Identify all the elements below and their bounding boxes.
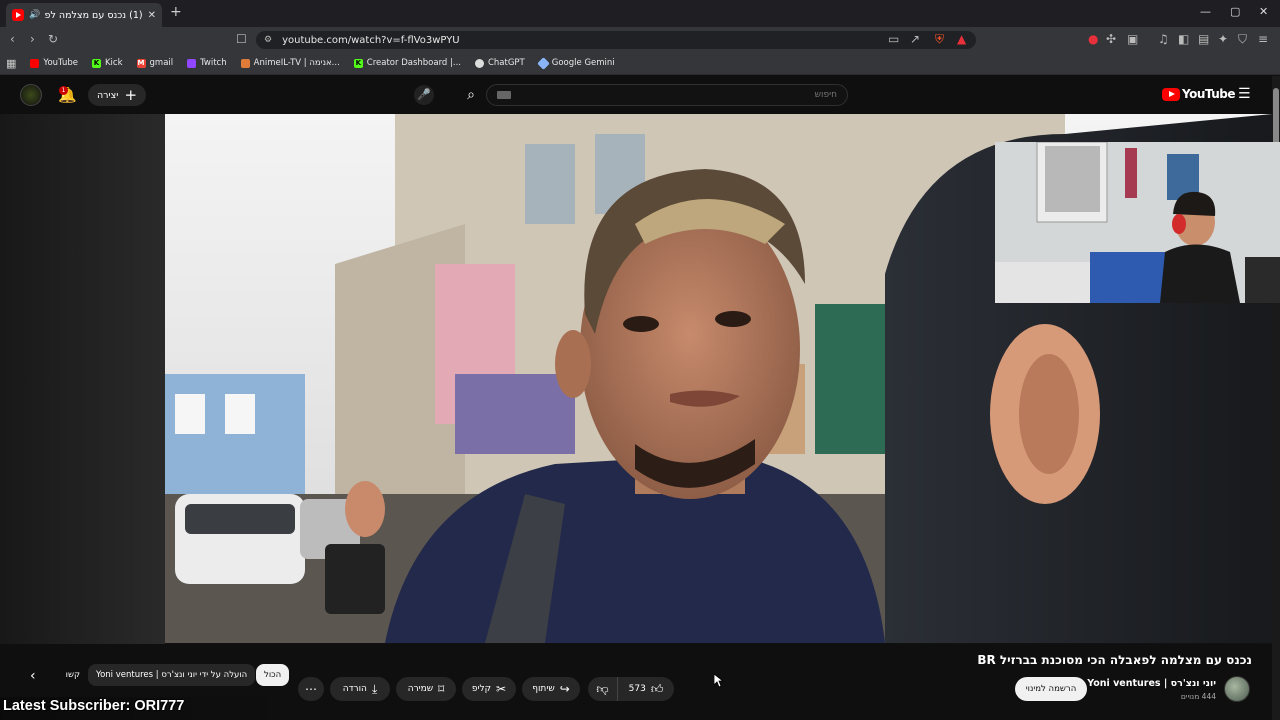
share-page-icon[interactable]: ↗ (910, 31, 920, 47)
bookmarks-bar: ▦ YouTube K Kick Mgmail Twitch AnimeIL-TV… (0, 52, 1280, 75)
dislike-button[interactable]: 👎︎ (588, 677, 618, 701)
extensions-icon[interactable]: ✣ (1106, 31, 1116, 47)
share-button[interactable]: ↪ שיתוף (522, 677, 580, 701)
thumbs-up-icon: 👍︎ (650, 682, 664, 696)
chip-all[interactable]: הכול (256, 664, 290, 686)
guide-menu-icon[interactable]: ☰ (1238, 86, 1251, 102)
bookmark-animeil[interactable]: AnimeIL-TV | אנימה... (240, 58, 340, 68)
media-icon[interactable]: ♫ (1158, 31, 1169, 47)
extension-record-icon[interactable]: ● (1088, 31, 1098, 47)
browser-tab-bar (0, 0, 1280, 27)
channel-avatar[interactable] (1224, 676, 1250, 702)
new-tab-icon[interactable]: + (170, 4, 182, 20)
leo-ai-icon[interactable]: ✦ (1218, 31, 1228, 47)
close-window-icon[interactable]: ✕ (1259, 5, 1268, 18)
anime-icon (240, 58, 250, 68)
scissors-icon: ✂ (496, 682, 507, 696)
share-icon: ↪ (559, 682, 570, 696)
bookmark-save-icon: ⌑ (438, 682, 445, 696)
wallet-icon[interactable]: ▤ (1198, 31, 1209, 47)
like-button[interactable]: 👍︎ 573 (618, 677, 674, 701)
scrollbar-thumb[interactable] (1273, 88, 1279, 148)
search-box[interactable] (486, 84, 848, 106)
chatgpt-icon (474, 58, 484, 68)
download-button[interactable]: ⤓ הורדה (330, 677, 390, 701)
back-icon[interactable]: ‹ (10, 31, 15, 47)
chips-prev-icon[interactable]: ‹ (30, 668, 36, 684)
search-input[interactable] (519, 90, 837, 100)
kick-icon: K (91, 58, 101, 68)
maximize-icon[interactable]: ▢ (1230, 5, 1240, 18)
like-count: 573 (628, 684, 646, 694)
subscriber-count: 444 מנויים (1180, 692, 1216, 701)
sidebar-icon[interactable]: ◧ (1178, 31, 1189, 47)
speaker-icon[interactable]: 🔊 (29, 10, 40, 20)
vpn-icon[interactable]: ⛉ (1238, 31, 1247, 47)
gmail-icon: M (136, 58, 146, 68)
bookmark-gemini[interactable]: Google Gemini (536, 56, 615, 70)
clip-label: קליפ (471, 684, 492, 694)
menu-icon[interactable]: ≡ (1258, 31, 1268, 47)
latest-subscriber-overlay: Latest Subscriber: ORI777 (0, 697, 300, 720)
more-horizontal-icon: ⋯ (305, 682, 317, 696)
minimize-icon[interactable]: — (1200, 5, 1211, 18)
more-actions-button[interactable]: ⋯ (298, 677, 324, 701)
apps-grid-icon[interactable]: ▦ (6, 57, 16, 70)
brave-shield-icon[interactable]: ⛨ (935, 31, 944, 47)
video-letterbox (0, 114, 165, 644)
video-title: נכנס עם מצלמה לפאבלה הכי מסוכנת בברזיל B… (977, 653, 1252, 667)
save-button[interactable]: ⌑ שמירה (396, 677, 456, 701)
chip-uploaded-by[interactable]: הועלה על ידי יוני ונצ'רס | Yoni ventures (88, 664, 256, 686)
youtube-favicon-icon (12, 9, 24, 21)
bookmark-kick[interactable]: K Kick (91, 58, 123, 68)
bookmark-chatgpt[interactable]: ChatGPT (474, 58, 525, 68)
search-icon[interactable]: ⌕ (458, 84, 484, 106)
create-button[interactable]: יצירה + (88, 84, 146, 106)
save-label: שמירה (407, 684, 434, 694)
download-label: הורדה (342, 684, 367, 694)
create-label: יצירה (96, 89, 119, 101)
screenshot-icon[interactable]: ▣ (1127, 31, 1138, 47)
gemini-icon (536, 56, 550, 70)
mouse-cursor-icon (713, 673, 725, 692)
bookmark-creator-dashboard[interactable]: K Creator Dashboard |... (353, 58, 461, 68)
forward-icon[interactable]: › (30, 31, 35, 47)
channel-name[interactable]: יוני ונצ'רס | Yoni ventures (1087, 678, 1216, 689)
address-bar[interactable]: ⚙ youtube.com/watch?v=f-flVo3wPYU (256, 31, 976, 49)
download-icon: ⤓ (371, 682, 378, 696)
youtube-icon (30, 58, 40, 68)
subscribe-button[interactable]: הרשמה למינוי (1015, 677, 1087, 701)
voice-search-mic-icon[interactable]: 🎤 (414, 85, 434, 105)
tab-title: (1) נכנס עם מצלמה לפאבלה (45, 9, 143, 21)
account-avatar[interactable] (20, 84, 42, 106)
twitch-icon (187, 58, 197, 68)
brave-rewards-icon[interactable]: ▲ (957, 31, 966, 47)
youtube-logo-text: YouTube (1182, 87, 1236, 101)
bookmark-twitch[interactable]: Twitch (187, 58, 227, 68)
chip-related[interactable]: קשו (52, 664, 82, 686)
youtube-logo-icon (1162, 87, 1180, 101)
close-tab-icon[interactable]: ✕ (148, 10, 156, 21)
clip-button[interactable]: ✂ קליפ (462, 677, 516, 701)
notification-badge: 1 (59, 86, 68, 95)
url-text: youtube.com/watch?v=f-flVo3wPYU (282, 34, 460, 46)
latest-subscriber-text: Latest Subscriber: ORI777 (3, 698, 185, 714)
cast-icon[interactable]: ▭ (888, 31, 899, 47)
streamer-webcam-overlay (995, 142, 1280, 303)
thumbs-down-icon: 👎︎ (596, 682, 609, 696)
reload-icon[interactable]: ↻ (48, 31, 58, 47)
browser-tab-active[interactable]: 🔊 (1) נכנס עם מצלמה לפאבלה ✕ (6, 3, 162, 27)
keyboard-icon[interactable] (497, 91, 511, 99)
bookmark-gmail[interactable]: Mgmail (136, 58, 173, 68)
webcam-illustration (995, 142, 1280, 303)
share-label: שיתוף (532, 684, 555, 694)
bookmark-youtube[interactable]: YouTube (30, 58, 78, 68)
youtube-logo[interactable]: YouTube (1162, 87, 1236, 101)
kick-icon: K (353, 58, 363, 68)
bookmark-icon[interactable]: ☐ (236, 31, 247, 47)
site-info-icon[interactable]: ⚙ (264, 35, 272, 45)
plus-icon: + (124, 86, 138, 104)
